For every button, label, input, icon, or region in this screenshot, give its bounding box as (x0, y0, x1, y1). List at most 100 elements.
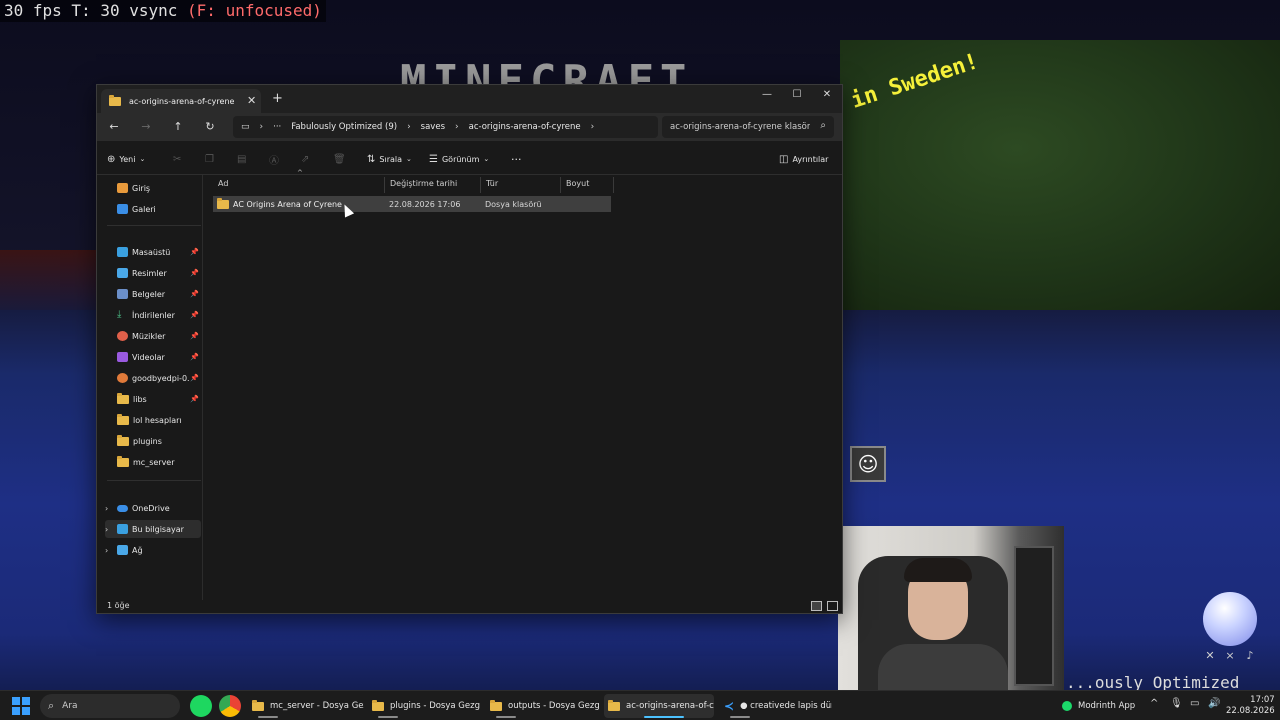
forward-button[interactable]: → (137, 119, 155, 135)
column-header-name[interactable]: Ad (213, 177, 385, 193)
taskbar-window-ac-origins[interactable]: ac-origins-arena-of-cyrene (604, 694, 714, 718)
sidebar-item-home[interactable]: Giriş (117, 179, 201, 197)
explorer-tab[interactable]: ac-origins-arena-of-cyrene ✕ (101, 89, 261, 113)
chevron-down-icon: ⌄ (406, 155, 412, 163)
sidebar-item-goodbyedpi[interactable]: goodbyedpi-0.2 📌 (117, 369, 201, 387)
details-view-icon[interactable] (811, 601, 822, 611)
pin-icon[interactable]: 📌 (190, 353, 199, 361)
spotify-icon[interactable] (190, 695, 212, 717)
search-box[interactable]: ⌕ (662, 116, 834, 138)
navigation-pane: Giriş Galeri Masaüstü 📌 Resimler 📌 Belge… (97, 175, 203, 600)
sidebar-item-downloads[interactable]: ⤓ İndirilenler 📌 (117, 306, 201, 324)
speaker-icon[interactable]: 🔊 (1208, 698, 1220, 709)
taskbar-window-mc-server[interactable]: mc_server - Dosya Gezgini (248, 694, 364, 718)
breadcrumb-overflow[interactable]: ··· (273, 122, 281, 132)
sidebar-item-desktop[interactable]: Masaüstü 📌 (117, 243, 201, 261)
column-header-size[interactable]: Boyut (561, 177, 614, 193)
webcam-overlay (838, 526, 1064, 690)
pin-icon[interactable]: 📌 (190, 290, 199, 298)
microphone-icon[interactable]: 🎙 (1170, 698, 1183, 709)
pin-icon[interactable]: 📌 (190, 395, 199, 403)
paste-button[interactable]: ▤ (237, 151, 246, 167)
sidebar-label: Masaüstü (132, 247, 171, 257)
more-options-button[interactable]: ··· (511, 151, 522, 167)
taskbar-search[interactable]: ⌕ Ara (40, 694, 180, 718)
minimize-button[interactable]: — (753, 87, 781, 103)
cut-icon: ✂ (173, 153, 182, 165)
view-button[interactable]: ☰ Görünüm ⌄ (429, 151, 489, 167)
column-header-modified[interactable]: Değiştirme tarihi (385, 177, 481, 193)
sidebar-item-plugins[interactable]: plugins (117, 432, 201, 450)
sidebar-item-pictures[interactable]: Resimler 📌 (117, 264, 201, 282)
status-bar: 1 öğe (97, 600, 842, 614)
new-tab-button[interactable]: + (272, 91, 283, 106)
chevron-right-icon[interactable]: › (105, 546, 113, 555)
sidebar-item-lol-hesaplari[interactable]: lol hesapları (117, 411, 201, 429)
breadcrumb-saves[interactable]: saves (421, 122, 445, 132)
details-button[interactable]: ◫ Ayrıntılar (779, 151, 828, 167)
sort-button[interactable]: ⇅ Sırala ⌄ (367, 151, 412, 167)
tiles-view-icon[interactable] (827, 601, 838, 611)
breadcrumb-current-folder[interactable]: ac-origins-arena-of-cyrene (469, 122, 581, 132)
more-label: ··· (511, 152, 522, 166)
window-indicator (644, 716, 684, 718)
pin-icon[interactable]: 📌 (190, 374, 199, 382)
taskbar-modrinth-app[interactable]: Modrinth App (1062, 694, 1135, 718)
taskbar-window-vscode[interactable]: ≺ ● creativede lapis dünyası (720, 694, 832, 718)
clock[interactable]: 17:07 22.08.2026 (1226, 695, 1275, 717)
windows-start-icon[interactable] (12, 697, 30, 715)
chevron-right-icon[interactable]: › (105, 504, 113, 513)
search-input[interactable] (670, 122, 810, 132)
pin-icon[interactable]: 📌 (190, 248, 199, 256)
computer-icon: ▭ (241, 122, 250, 132)
mic-muted-icon[interactable]: ✕ (1202, 648, 1218, 664)
accessibility-player-icon[interactable]: ☺ (850, 446, 886, 482)
search-icon: ⌕ (48, 699, 55, 712)
network-icon[interactable]: ▭ (1190, 698, 1199, 709)
sidebar-item-mc-server[interactable]: mc_server (117, 453, 201, 471)
sidebar-item-music[interactable]: Müzikler 📌 (117, 327, 201, 345)
chevron-up-icon[interactable]: ^ (1150, 698, 1158, 709)
sidebar-item-libs[interactable]: libs 📌 (117, 390, 201, 408)
close-overlay-icon[interactable]: × (1222, 648, 1238, 664)
back-button[interactable]: ← (105, 119, 123, 135)
address-bar[interactable]: ▭ › ··· Fabulously Optimized (9) › saves… (233, 116, 658, 138)
assistant-orb-icon[interactable] (1203, 592, 1257, 646)
volume-icon[interactable]: ♪ (1242, 648, 1258, 664)
column-header-type[interactable]: Tür (481, 177, 561, 193)
folder-icon (608, 699, 620, 711)
details-pane-icon: ◫ (779, 153, 789, 165)
chevron-right-icon[interactable]: › (105, 525, 113, 534)
chrome-icon[interactable] (219, 695, 241, 717)
table-row[interactable]: AC Origins Arena of Cyrene 22.08.2026 17… (213, 196, 611, 212)
taskbar-window-outputs[interactable]: outputs - Dosya Gezgini (486, 694, 600, 718)
close-window-button[interactable]: ✕ (813, 87, 841, 103)
pin-icon[interactable]: 📌 (190, 269, 199, 277)
documents-icon (117, 289, 128, 299)
pin-icon[interactable]: 📌 (190, 311, 199, 319)
new-button[interactable]: ⊕ Yeni ⌄ (107, 151, 145, 167)
delete-button[interactable]: 🗑 (333, 151, 346, 167)
taskbar-window-label: mc_server - Dosya Gezgini (270, 701, 364, 711)
refresh-button[interactable]: ↻ (201, 119, 219, 135)
breadcrumb-fabulously-optimized[interactable]: Fabulously Optimized (9) (291, 122, 397, 132)
cut-button[interactable]: ✂ (173, 151, 181, 167)
sidebar-item-network[interactable]: › Ağ (105, 541, 201, 559)
sidebar-item-onedrive[interactable]: › OneDrive (105, 499, 201, 517)
up-button[interactable]: ↑ (169, 119, 187, 135)
new-label: Yeni (119, 154, 136, 164)
close-tab-icon[interactable]: ✕ (247, 94, 256, 107)
sidebar-item-this-pc[interactable]: › Bu bilgisayar (105, 520, 201, 538)
maximize-button[interactable]: ☐ (783, 87, 811, 103)
rename-button[interactable]: Ⓐ (269, 151, 279, 167)
chevron-down-icon: ⌄ (483, 155, 490, 163)
taskbar-window-plugins[interactable]: plugins - Dosya Gezgini (368, 694, 480, 718)
copy-button[interactable]: ❐ (205, 151, 214, 167)
sidebar-item-videos[interactable]: Videolar 📌 (117, 348, 201, 366)
share-button[interactable]: ⇗ (301, 151, 309, 167)
pin-icon[interactable]: 📌 (190, 332, 199, 340)
trash-icon: 🗑 (333, 153, 346, 165)
file-explorer-window: ac-origins-arena-of-cyrene ✕ + — ☐ ✕ ← →… (96, 84, 843, 614)
sidebar-item-documents[interactable]: Belgeler 📌 (117, 285, 201, 303)
sidebar-item-gallery[interactable]: Galeri (117, 200, 201, 218)
